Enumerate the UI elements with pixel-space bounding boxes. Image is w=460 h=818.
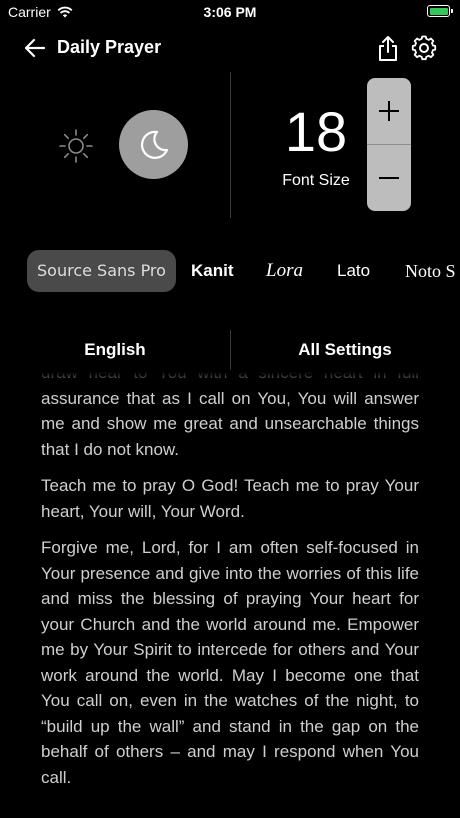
back-arrow-icon[interactable] <box>22 35 48 61</box>
battery-icon <box>427 5 453 17</box>
increase-font-button[interactable] <box>367 78 411 144</box>
font-option-noto[interactable]: Noto S <box>405 250 456 292</box>
status-time: 3:06 PM <box>203 4 257 20</box>
share-icon[interactable] <box>376 35 400 63</box>
screen: Carrier 3:06 PM Daily Prayer 18 Font Siz… <box>0 0 460 818</box>
sun-icon[interactable] <box>58 128 94 164</box>
plus-icon <box>379 101 399 121</box>
status-bar: Carrier 3:06 PM <box>0 0 460 24</box>
font-size-label: Font Size <box>282 172 350 189</box>
font-size-stepper <box>367 78 411 211</box>
minus-icon <box>379 177 399 179</box>
font-option-lato[interactable]: Lato <box>337 250 370 292</box>
settings-tabs: English All Settings <box>0 330 460 370</box>
prayer-text: draw near to You with a sincere heart in… <box>41 372 419 818</box>
decrease-font-button[interactable] <box>367 145 411 211</box>
nav-bar: Daily Prayer <box>0 30 460 66</box>
font-option-kanit[interactable]: Kanit <box>191 250 234 292</box>
moon-icon <box>140 130 168 159</box>
all-settings-button[interactable]: All Settings <box>230 340 460 360</box>
content-fade <box>0 372 460 388</box>
font-family-selector: Source Sans Pro Kanit Lora Lato Noto S <box>0 250 460 294</box>
gear-icon[interactable] <box>411 35 437 61</box>
dark-mode-button[interactable] <box>119 110 188 179</box>
font-option-lora[interactable]: Lora <box>266 250 303 292</box>
page-title: Daily Prayer <box>57 37 162 57</box>
font-size-value: 18 <box>284 100 348 163</box>
settings-divider <box>230 72 231 218</box>
language-button[interactable]: English <box>0 340 230 360</box>
paragraph: Teach me to pray O God! Teach me to pray… <box>41 476 419 521</box>
paragraph: Forgive me, Lord, for I am often self-fo… <box>41 538 419 787</box>
font-option-source-sans-pro[interactable]: Source Sans Pro <box>27 250 176 292</box>
